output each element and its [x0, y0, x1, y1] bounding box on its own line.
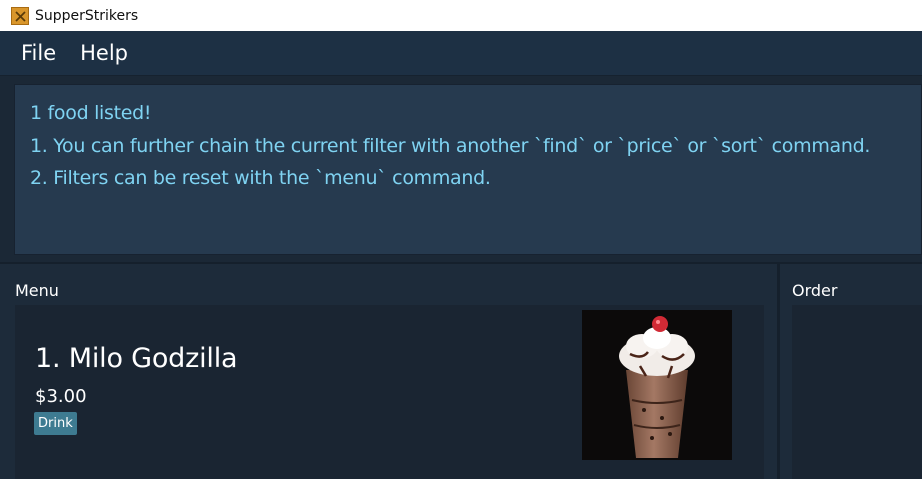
menu-panel: Menu 1. Milo Godzilla $3.00 Drink: [0, 264, 777, 479]
result-line: 1. You can further chain the current fil…: [30, 134, 871, 157]
order-panel-title: Order: [792, 281, 838, 300]
result-line: 2. Filters can be reset with the `menu` …: [30, 167, 491, 189]
food-card[interactable]: 1. Milo Godzilla $3.00 Drink: [15, 305, 764, 479]
menu-panel-title: Menu: [15, 281, 59, 300]
result-display[interactable]: 1 food listed! 1. You can further chain …: [14, 84, 922, 255]
window-titlebar: SupperStrikers: [0, 0, 922, 31]
order-panel: Order: [780, 264, 922, 479]
order-list[interactable]: [792, 305, 922, 479]
food-name: 1. Milo Godzilla: [35, 343, 238, 374]
milo-drink-photo: [582, 310, 732, 460]
window-title: SupperStrikers: [35, 7, 139, 24]
menu-list[interactable]: 1. Milo Godzilla $3.00 Drink: [15, 305, 764, 479]
food-price: $3.00: [35, 386, 87, 407]
result-display-container: 1 food listed! 1. You can further chain …: [0, 76, 922, 262]
food-tag: Drink: [34, 412, 77, 435]
menu-help[interactable]: Help: [80, 41, 128, 65]
result-line: 1 food listed!: [30, 102, 152, 124]
menu-file[interactable]: File: [21, 41, 56, 65]
menu-bar: File Help: [0, 31, 922, 76]
app-logo-icon: [11, 6, 29, 25]
